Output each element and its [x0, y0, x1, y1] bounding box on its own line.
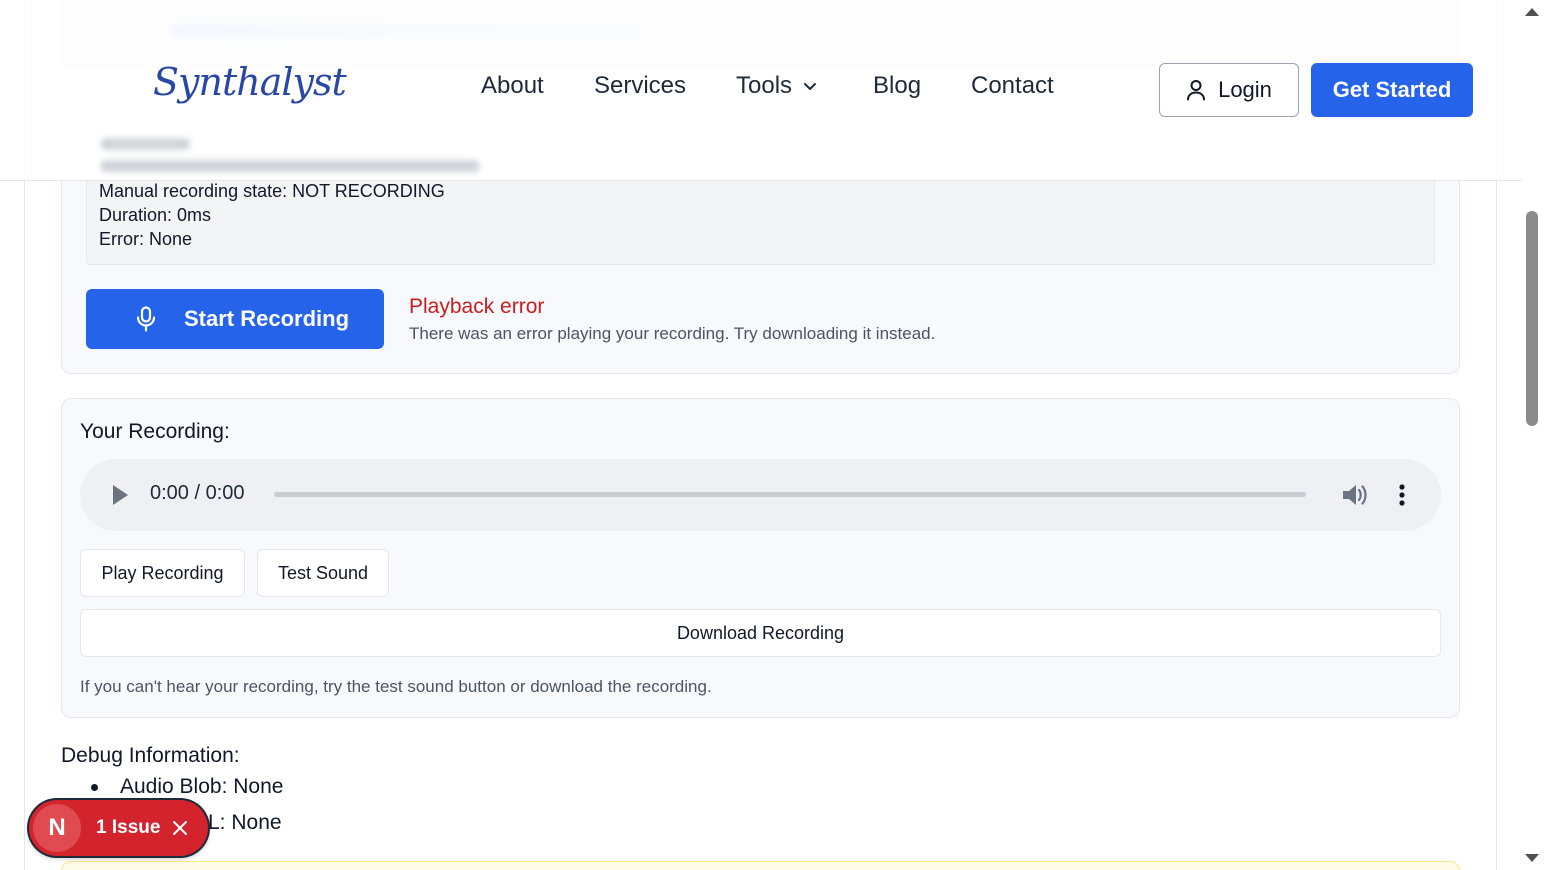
issues-badge[interactable]: N 1 Issue — [29, 800, 208, 856]
play-recording-button[interactable]: Play Recording — [80, 549, 245, 597]
debug-item-audio-blob: Audio Blob: None — [120, 775, 284, 798]
chevron-down-icon — [804, 83, 817, 90]
nextjs-logo-icon: N — [33, 804, 81, 852]
microphone-icon — [136, 306, 156, 332]
scroll-up-arrow-icon[interactable] — [1525, 8, 1539, 16]
nav-contact[interactable]: Contact — [971, 72, 1071, 100]
debug-item-url: L: None — [208, 811, 282, 834]
download-recording-button[interactable]: Download Recording — [80, 609, 1441, 657]
close-icon[interactable] — [172, 820, 188, 836]
volume-icon[interactable] — [1340, 482, 1368, 508]
list-bullet — [91, 784, 98, 791]
site-logo[interactable]: Synthalyst — [153, 60, 347, 104]
nav-tools-label: Tools — [736, 72, 793, 99]
warning-panel — [61, 861, 1460, 870]
playback-error-message: There was an error playing your recordin… — [409, 324, 936, 343]
player-progress-bar[interactable] — [274, 492, 1306, 497]
issue-count: 1 Issue — [96, 817, 161, 838]
nav-blog[interactable]: Blog — [873, 72, 943, 100]
recording-state-text: Manual recording state: NOT RECORDING — [99, 181, 445, 201]
playback-hint: If you can't hear your recording, try th… — [80, 677, 712, 696]
player-time: 0:00 / 0:00 — [150, 482, 245, 504]
more-options-icon[interactable] — [1396, 484, 1408, 508]
login-button[interactable]: Login — [1159, 63, 1299, 117]
user-icon — [1187, 80, 1206, 101]
error-status-text: Error: None — [99, 229, 193, 249]
test-sound-button[interactable]: Test Sound — [257, 549, 389, 597]
scroll-down-arrow-icon[interactable] — [1525, 854, 1539, 862]
nav-about[interactable]: About — [481, 72, 561, 100]
start-recording-label: Start Recording — [184, 306, 350, 331]
site-header: Synthalyst About Services Tools Blog Con… — [0, 0, 1522, 181]
login-label: Login — [1218, 77, 1272, 102]
playback-error-title: Playback error — [409, 295, 545, 318]
play-icon[interactable] — [113, 485, 128, 505]
nav-tools[interactable]: Tools — [736, 72, 836, 100]
debug-title: Debug Information: — [61, 744, 240, 767]
duration-text: Duration: 0ms — [99, 205, 212, 225]
nav-services[interactable]: Services — [594, 72, 704, 100]
blurred-content — [96, 132, 486, 176]
start-recording-button[interactable]: Start Recording — [86, 289, 384, 349]
your-recording-title: Your Recording: — [80, 420, 230, 443]
scrollbar[interactable] — [1522, 0, 1544, 870]
scrollbar-thumb[interactable] — [1526, 211, 1538, 426]
get-started-button[interactable]: Get Started — [1311, 63, 1473, 117]
